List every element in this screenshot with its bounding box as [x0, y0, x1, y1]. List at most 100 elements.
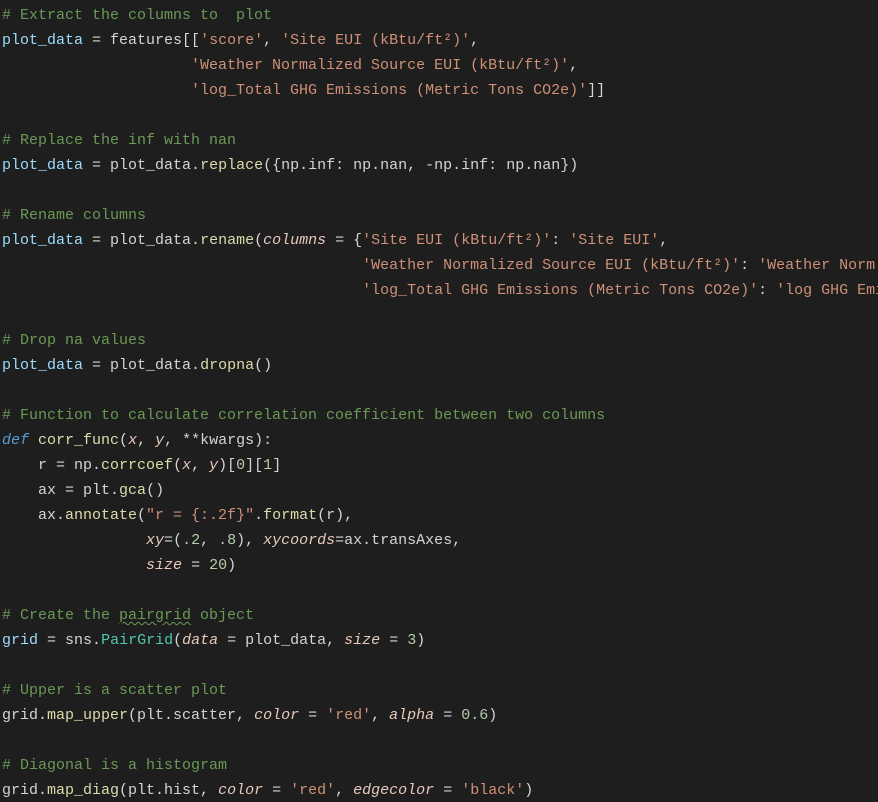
- token: ),: [236, 532, 263, 549]
- token: plot_data: [2, 157, 83, 174]
- code-line[interactable]: [2, 653, 878, 678]
- code-line[interactable]: ax = plt.gca(): [2, 478, 878, 503]
- token: [2, 582, 38, 599]
- token: gca: [119, 482, 146, 499]
- code-line[interactable]: grid = sns.PairGrid(data = plot_data, si…: [2, 628, 878, 653]
- token: # Function to calculate correlation coef…: [2, 407, 605, 424]
- token: replace: [200, 157, 263, 174]
- code-line[interactable]: [2, 103, 878, 128]
- code-line[interactable]: # Function to calculate correlation coef…: [2, 403, 878, 428]
- token: ): [227, 557, 236, 574]
- token: =: [65, 482, 74, 499]
- token: r: [2, 457, 56, 474]
- token: :: [335, 157, 344, 174]
- token: 'log_Total GHG Emissions (Metric Tons CO…: [191, 82, 587, 99]
- code-line[interactable]: [2, 728, 878, 753]
- token: =: [272, 782, 281, 799]
- code-line[interactable]: grid.map_upper(plt.scatter, color = 'red…: [2, 703, 878, 728]
- token: 'Site EUI': [569, 232, 659, 249]
- token: 'red': [326, 707, 371, 724]
- code-editor[interactable]: # Extract the columns to plotplot_data =…: [0, 0, 878, 802]
- token: alpha: [389, 707, 434, 724]
- token: map_diag: [47, 782, 119, 799]
- token: PairGrid: [101, 632, 173, 649]
- token: [317, 707, 326, 724]
- token: "r = {:.2f}": [146, 507, 254, 524]
- code-line[interactable]: 'Weather Normalized Source EUI (kBtu/ft²…: [2, 253, 878, 278]
- code-line[interactable]: plot_data = plot_data.rename(columns = {…: [2, 228, 878, 253]
- code-line[interactable]: def corr_func(x, y, **kwargs):: [2, 428, 878, 453]
- token: color: [218, 782, 263, 799]
- token: =: [335, 232, 344, 249]
- code-line[interactable]: r = np.corrcoef(x, y)[0][1]: [2, 453, 878, 478]
- code-line[interactable]: # Upper is a scatter plot: [2, 678, 878, 703]
- token: =: [443, 782, 452, 799]
- code-line[interactable]: size = 20): [2, 553, 878, 578]
- code-line[interactable]: [2, 303, 878, 328]
- token: [398, 632, 407, 649]
- token: (r),: [317, 507, 353, 524]
- token: # Rename columns: [2, 207, 146, 224]
- token: data: [182, 632, 218, 649]
- token: =: [164, 532, 173, 549]
- code-line[interactable]: [2, 378, 878, 403]
- token: (plt.hist,: [119, 782, 218, 799]
- token: {: [344, 232, 362, 249]
- token: plot_data.: [101, 232, 200, 249]
- token: [263, 782, 272, 799]
- token: 3: [407, 632, 416, 649]
- token: 20: [209, 557, 227, 574]
- token: size: [146, 557, 182, 574]
- token: [2, 257, 362, 274]
- token: grid: [2, 632, 38, 649]
- token: 'log GHG Emissions': [776, 282, 878, 299]
- token: 0.6: [461, 707, 488, 724]
- code-line[interactable]: 'log_Total GHG Emissions (Metric Tons CO…: [2, 278, 878, 303]
- token: ): [488, 707, 497, 724]
- code-line[interactable]: 'Weather Normalized Source EUI (kBtu/ft²…: [2, 53, 878, 78]
- token: [200, 557, 209, 574]
- code-line[interactable]: # Extract the columns to plot: [2, 3, 878, 28]
- code-line[interactable]: # Diagonal is a histogram: [2, 753, 878, 778]
- token: [83, 157, 92, 174]
- token: ): [524, 782, 533, 799]
- token: map_upper: [47, 707, 128, 724]
- token: [380, 632, 389, 649]
- code-line[interactable]: 'log_Total GHG Emissions (Metric Tons CO…: [2, 78, 878, 103]
- token: [83, 232, 92, 249]
- code-line[interactable]: plot_data = plot_data.dropna(): [2, 353, 878, 378]
- code-line[interactable]: # Create the pairgrid object: [2, 603, 878, 628]
- token: xycoords: [263, 532, 335, 549]
- token: dropna: [200, 357, 254, 374]
- code-line[interactable]: # Replace the inf with nan: [2, 128, 878, 153]
- token: ]: [272, 457, 281, 474]
- code-line[interactable]: ax.annotate("r = {:.2f}".format(r),: [2, 503, 878, 528]
- token: plot_data: [2, 232, 83, 249]
- code-line[interactable]: plot_data = plot_data.replace({np.inf: n…: [2, 153, 878, 178]
- code-line[interactable]: plot_data = features[['score', 'Site EUI…: [2, 28, 878, 53]
- token: .2: [182, 532, 200, 549]
- token: [434, 782, 443, 799]
- token: # Create the: [2, 607, 119, 624]
- token: (: [254, 232, 263, 249]
- token: ,: [164, 432, 182, 449]
- token: ,: [659, 232, 677, 249]
- code-line[interactable]: # Rename columns: [2, 203, 878, 228]
- token: x: [182, 457, 191, 474]
- code-line[interactable]: [2, 578, 878, 603]
- token: 1: [263, 457, 272, 474]
- token: =: [308, 707, 317, 724]
- code-line[interactable]: grid.map_diag(plt.hist, color = 'red', e…: [2, 778, 878, 802]
- token: (: [137, 507, 146, 524]
- token: =: [92, 157, 101, 174]
- code-line[interactable]: [2, 178, 878, 203]
- token: ][: [245, 457, 263, 474]
- token: [281, 782, 290, 799]
- token: color: [254, 707, 299, 724]
- code-line[interactable]: xy=(.2, .8), xycoords=ax.transAxes,: [2, 528, 878, 553]
- token: ax.: [2, 507, 65, 524]
- token: =: [56, 457, 65, 474]
- token: 'black': [461, 782, 524, 799]
- token: np.inf: [434, 157, 488, 174]
- code-line[interactable]: # Drop na values: [2, 328, 878, 353]
